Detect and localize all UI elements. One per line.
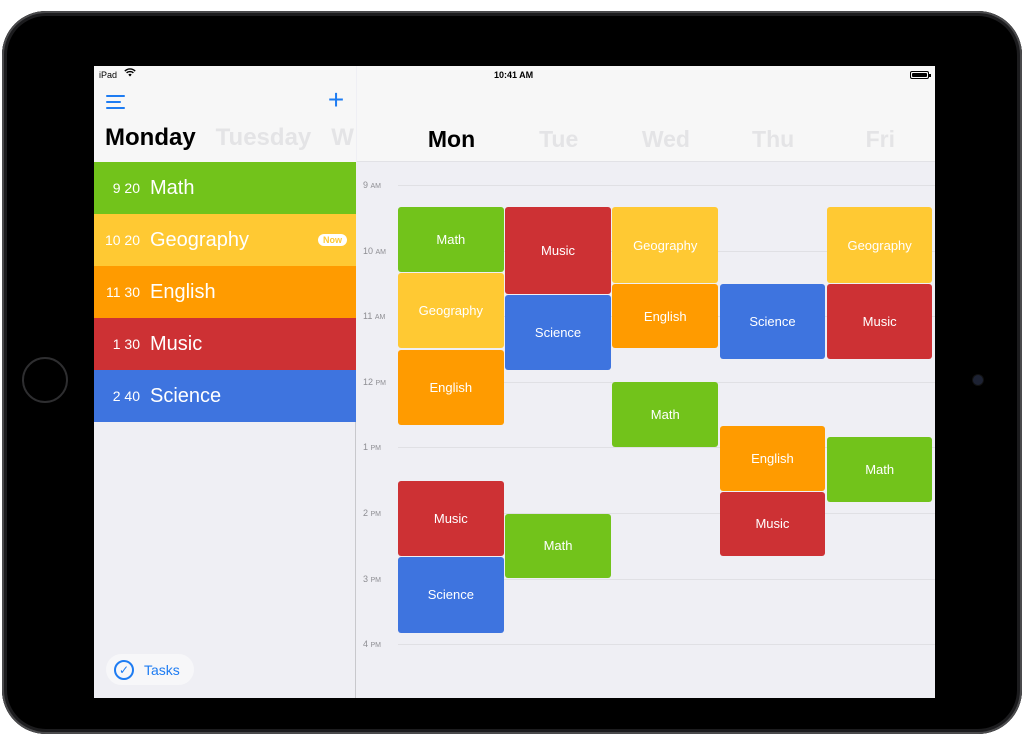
lesson-subject: Geography xyxy=(150,228,249,251)
hour-label: 4 PM xyxy=(363,639,382,650)
lesson-time: 1 30 xyxy=(112,336,140,352)
event-thu-english[interactable]: English xyxy=(719,426,826,491)
now-badge: Now xyxy=(318,234,347,246)
week-timetable: 9 AM 10 AM 11 AM 12 PM 1 PM 2 PM 3 PM 4 PM Math G… xyxy=(357,163,935,698)
event-mon-geography[interactable]: Geography xyxy=(398,272,504,349)
week-day-fri[interactable]: Fri xyxy=(827,126,934,153)
lesson-item-science[interactable]: 2 40 Science xyxy=(94,370,356,422)
lesson-subject: Science xyxy=(150,384,222,407)
event-fri-math[interactable]: Math xyxy=(826,436,933,502)
event-tue-science[interactable]: Science xyxy=(505,294,611,371)
event-mon-english[interactable]: English xyxy=(398,349,504,426)
ipad-frame: + Monday Tuesday W 9 20 Math 10 20 Geography N… xyxy=(2,11,1022,734)
event-wed-geography[interactable]: Geography xyxy=(612,207,719,283)
lesson-item-english[interactable]: 11 30 English xyxy=(94,266,356,318)
tasks-button[interactable]: ✓ Tasks xyxy=(106,654,194,685)
lesson-time: 2 40 xyxy=(112,388,140,404)
status-time: 10:41 AM xyxy=(494,70,534,80)
hour-label: 2 PM xyxy=(363,508,382,518)
week-day-mon[interactable]: Mon xyxy=(398,126,505,153)
lesson-item-geography[interactable]: 10 20 Geography Now xyxy=(94,214,356,266)
event-wed-english[interactable]: English xyxy=(612,283,719,349)
day-tab-tuesday[interactable]: Tuesday xyxy=(216,124,312,151)
hour-label: 10 AM xyxy=(363,245,387,256)
lesson-item-music[interactable]: 1 30 Music xyxy=(94,318,356,370)
home-button[interactable] xyxy=(22,357,68,403)
event-thu-music[interactable]: Music xyxy=(719,491,826,557)
event-fri-music[interactable]: Music xyxy=(826,283,933,360)
day-tab-monday[interactable]: Monday xyxy=(105,124,196,151)
day-tab-w[interactable]: W xyxy=(331,124,354,151)
hour-gridline xyxy=(398,644,935,646)
sidebar: + Monday Tuesday W 9 20 Math 10 20 Geography N… xyxy=(94,66,356,698)
wifi-icon xyxy=(124,68,136,80)
lesson-time: 10 20 xyxy=(104,232,140,248)
hamburger-icon[interactable] xyxy=(106,93,125,109)
hour-label: 11 AM xyxy=(363,311,386,322)
lesson-time: 11 30 xyxy=(106,284,140,300)
lesson-subject: Music xyxy=(150,332,203,355)
event-mon-science[interactable]: Science xyxy=(398,557,504,633)
hour-gridline xyxy=(398,185,935,186)
week-day-thu[interactable]: Thu xyxy=(720,126,827,153)
hour-label: 1 PM xyxy=(363,442,382,453)
week-day-wed[interactable]: Wed xyxy=(612,126,719,153)
carrier-label: iPad xyxy=(99,70,118,80)
screen: + Monday Tuesday W 9 20 Math 10 20 Geography N… xyxy=(94,66,935,698)
lesson-subject: Math xyxy=(150,176,195,199)
week-day-tue[interactable]: Tue xyxy=(505,126,612,153)
checkmark-circle-icon: ✓ xyxy=(114,659,134,680)
event-tue-music[interactable]: Music xyxy=(505,207,611,294)
hour-label: 9 AM xyxy=(363,180,382,190)
event-tue-math[interactable]: Math xyxy=(505,513,611,579)
hour-label: 3 PM xyxy=(363,573,382,584)
event-mon-math[interactable]: Math xyxy=(398,207,504,272)
lesson-list: 9 20 Math 10 20 Geography Now 11 30 English 1 3… xyxy=(94,162,356,422)
hour-label: 12 PM xyxy=(363,376,387,387)
event-mon-music[interactable]: Music xyxy=(398,480,504,557)
camera-icon xyxy=(973,375,983,385)
lesson-item-math[interactable]: 9 20 Math xyxy=(94,162,356,214)
event-thu-science[interactable]: Science xyxy=(719,283,826,360)
plus-icon[interactable]: + xyxy=(325,86,347,114)
status-bar: iPad 10:41 AM xyxy=(94,66,935,84)
event-wed-math[interactable]: Math xyxy=(612,382,719,447)
event-fri-geography[interactable]: Geography xyxy=(826,207,933,283)
tasks-label: Tasks xyxy=(144,661,180,678)
battery-icon xyxy=(910,71,931,79)
lesson-subject: English xyxy=(150,280,216,303)
day-tabs[interactable]: Monday Tuesday W xyxy=(105,124,374,152)
lesson-time: 9 20 xyxy=(112,180,140,196)
